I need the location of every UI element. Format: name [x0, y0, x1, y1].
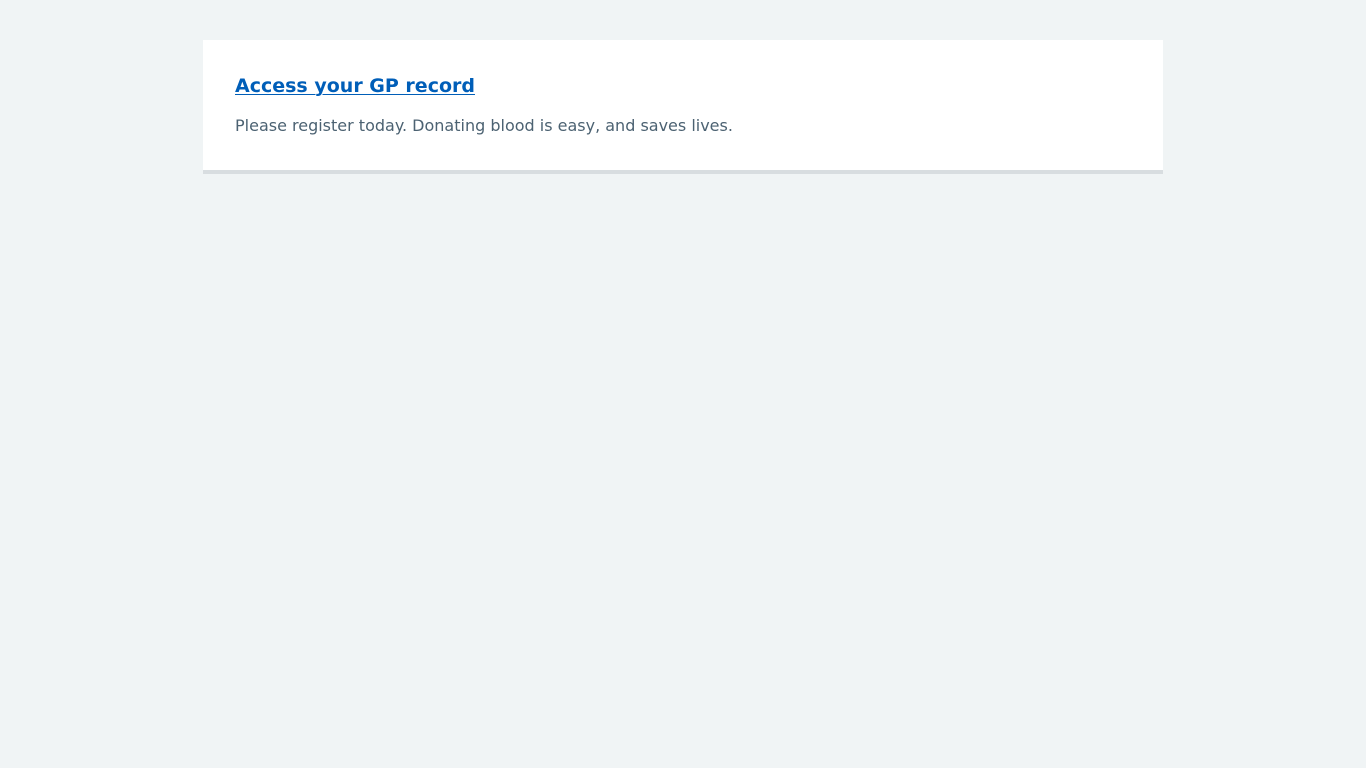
access-gp-record-link[interactable]: Access your GP record — [235, 75, 475, 97]
page: Access your GP record Please register to… — [0, 0, 1366, 768]
card: Access your GP record Please register to… — [203, 40, 1163, 174]
card-description: Please register today. Donating blood is… — [235, 116, 733, 135]
card-heading: Access your GP record — [235, 72, 1131, 100]
